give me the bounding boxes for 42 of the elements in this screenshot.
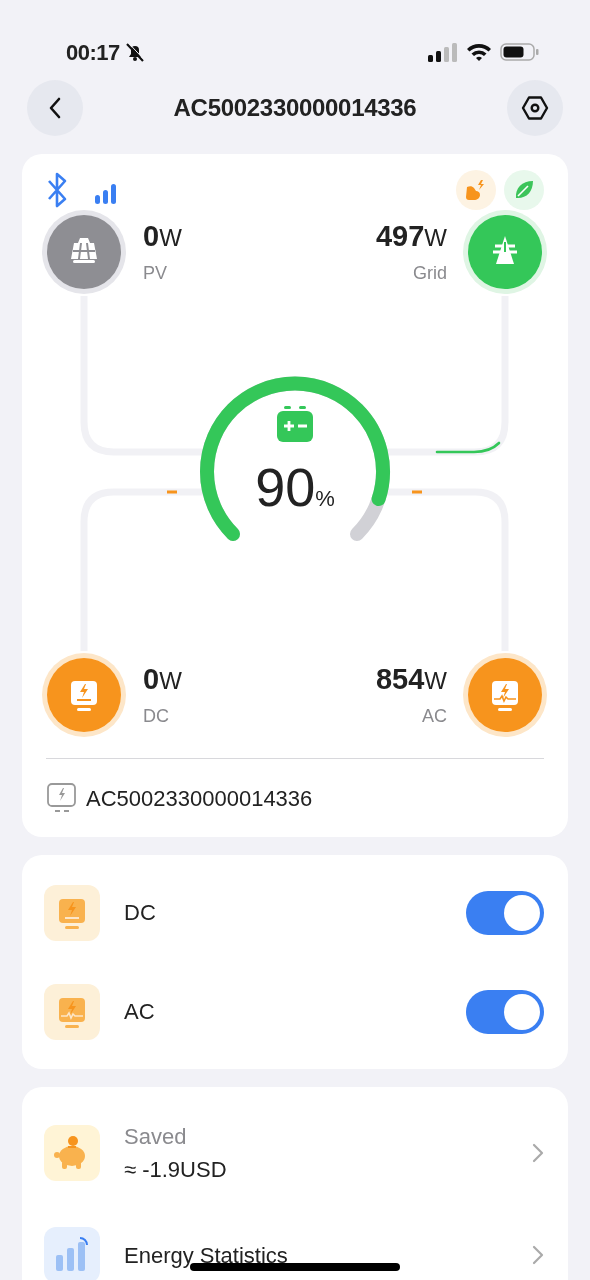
battery-percentage: 90% (255, 460, 335, 514)
toggle-switch[interactable] (466, 890, 544, 935)
output-label: DC (124, 899, 156, 927)
back-icon (47, 96, 63, 120)
signal-bars-icon (94, 183, 118, 205)
settings-icon (521, 94, 549, 122)
device-name: AC5002330000014336 (86, 784, 313, 813)
power-reading: 497W (375, 222, 447, 251)
clock-time: 00:17 (66, 38, 120, 67)
settings-button[interactable] (507, 80, 563, 136)
power-reading: 854W (375, 665, 447, 694)
menu-label: Energy Statistics (124, 1241, 288, 1270)
dc-outlet-icon (44, 884, 100, 941)
power-reading: 0W (143, 665, 182, 694)
battery-charge-icon (276, 405, 314, 443)
flow-indicator (435, 441, 501, 454)
menu-label: Saved (124, 1123, 188, 1151)
back-button[interactable] (27, 80, 83, 136)
toggle-switch[interactable] (466, 989, 544, 1034)
device-icon (46, 782, 78, 814)
bar-chart-icon (44, 1227, 100, 1280)
bluetooth-icon (46, 171, 68, 209)
menu-row[interactable]: Saved ≈ -1.9USD (22, 1103, 568, 1203)
chevron-right-icon (532, 1143, 544, 1163)
chevron-right-icon (532, 1245, 544, 1265)
output-label: AC (124, 998, 155, 1026)
source-label: PV (143, 262, 167, 285)
cellular-signal-icon (428, 42, 458, 62)
page-title: AC5002330000014336 (173, 93, 417, 123)
source-label: AC (422, 705, 447, 728)
flow-dash (412, 490, 422, 494)
leaf-icon (504, 170, 544, 210)
flow-dash (167, 490, 177, 494)
savings-value: ≈ -1.9USD (124, 1156, 227, 1184)
battery-icon (500, 42, 540, 62)
ac-outlet-icon (44, 983, 100, 1040)
wifi-icon (466, 42, 492, 62)
source-label: Grid (413, 262, 447, 285)
source-label: DC (143, 705, 169, 728)
boost-icon (456, 170, 496, 210)
power-reading: 0W (143, 222, 182, 251)
piggy-bank-icon (44, 1125, 100, 1181)
